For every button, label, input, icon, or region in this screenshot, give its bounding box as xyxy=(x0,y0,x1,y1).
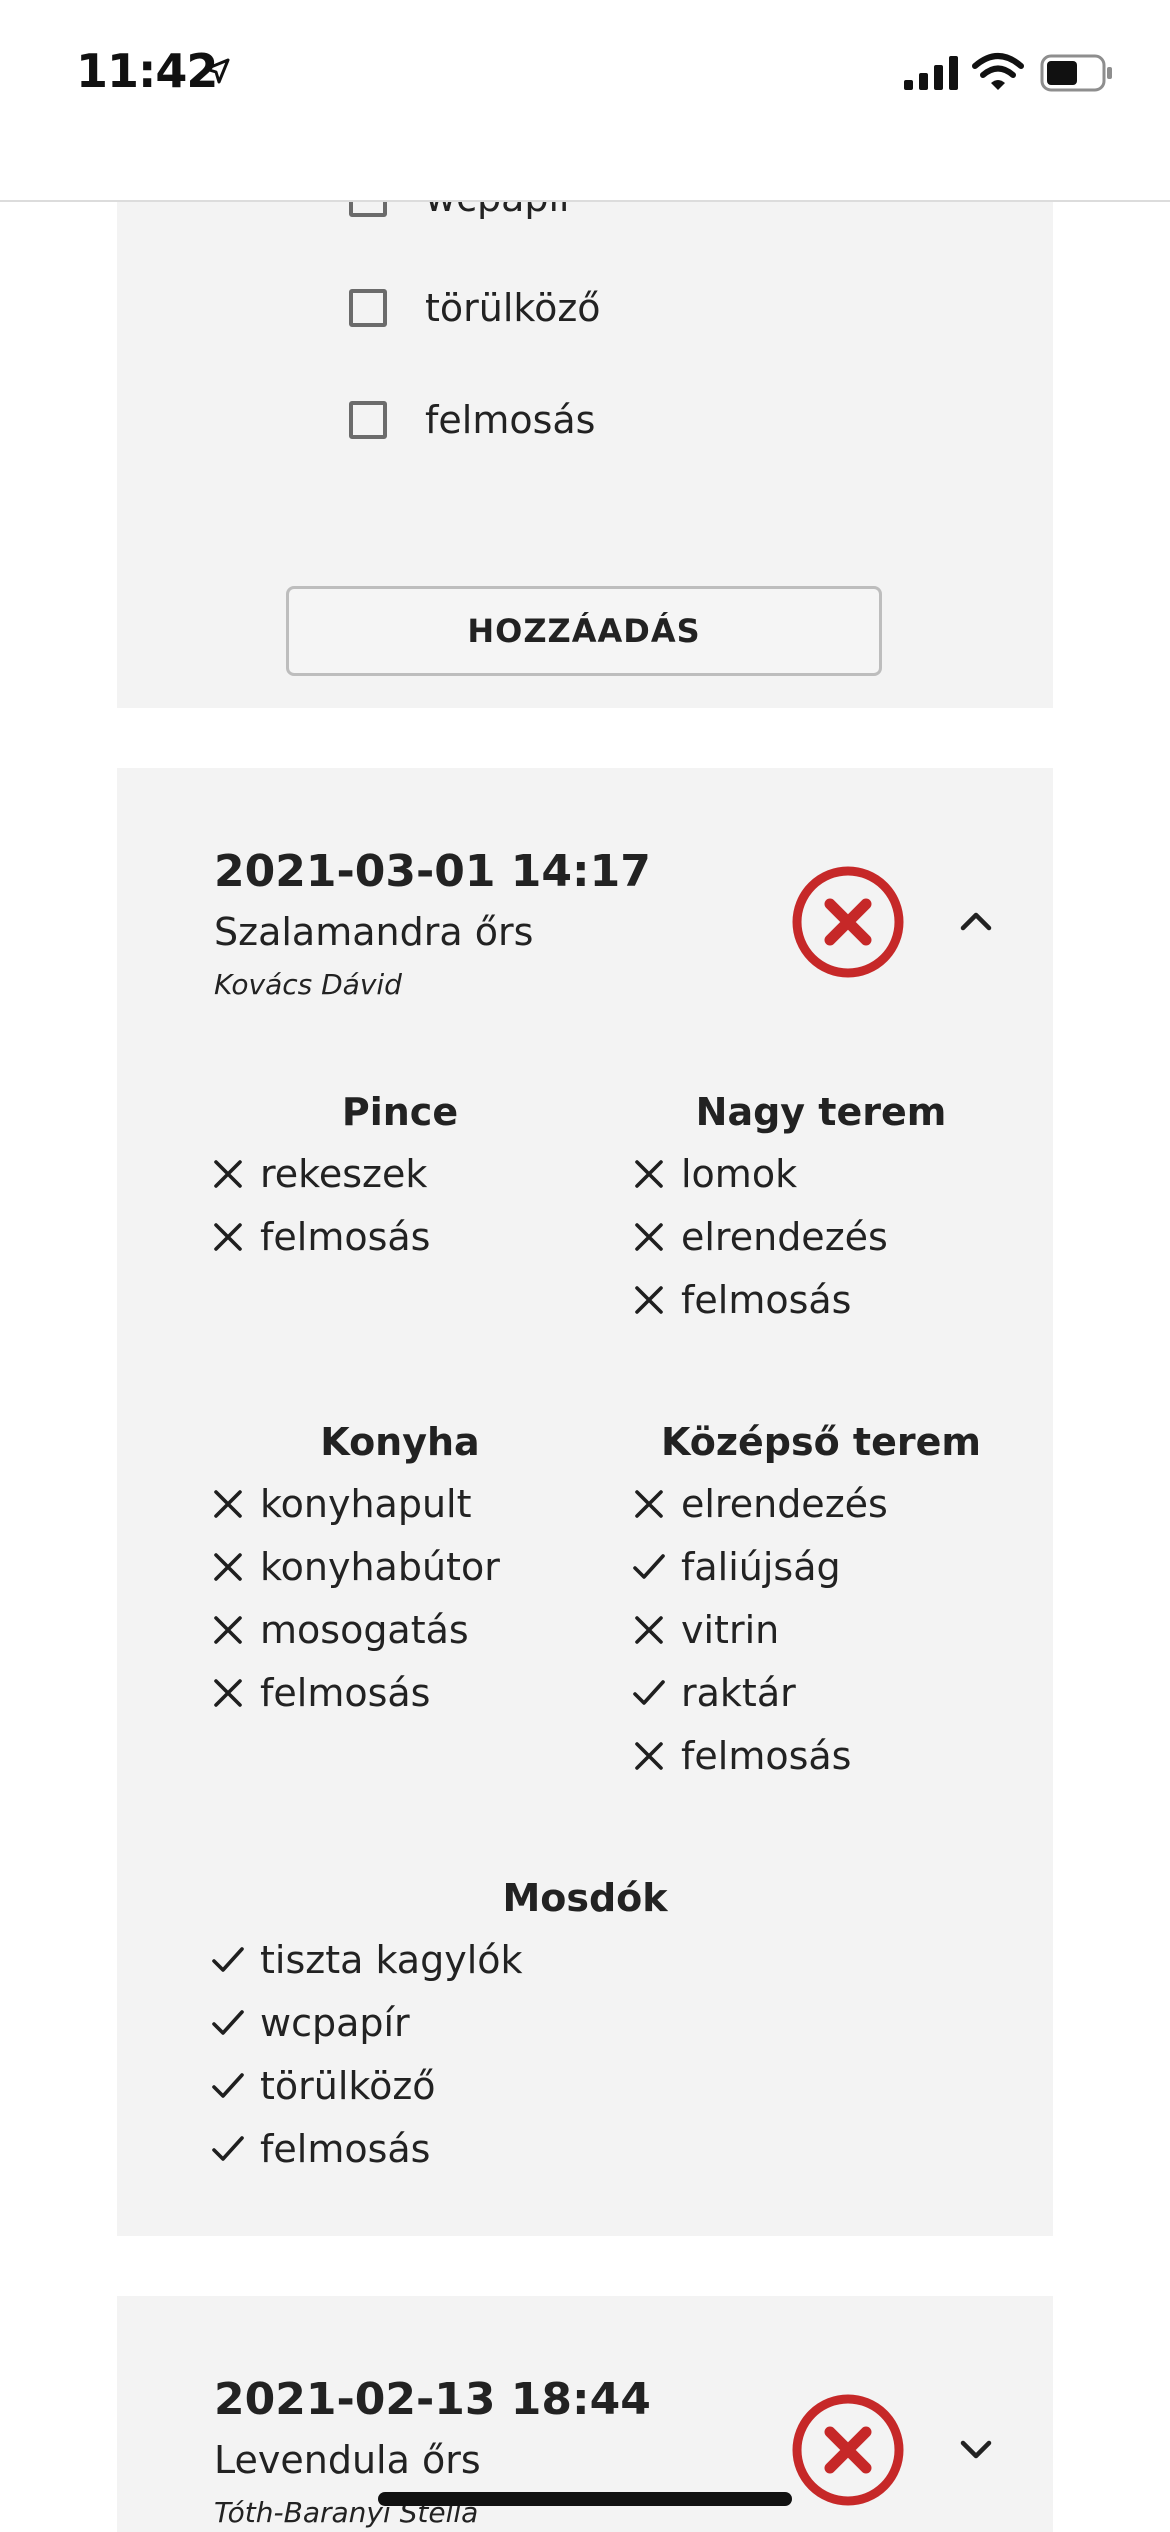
status-time: 11:42 xyxy=(76,44,218,98)
cross-icon xyxy=(214,1222,242,1251)
cross-icon xyxy=(635,1222,663,1251)
app-bar xyxy=(0,150,1170,202)
item-label: mosogatás xyxy=(260,1607,469,1652)
chevron-down-icon[interactable] xyxy=(953,2426,999,2472)
item-label: felmosás xyxy=(260,2126,431,2171)
cross-icon xyxy=(635,1741,663,1770)
check-icon xyxy=(212,1946,244,1972)
item-label: raktár xyxy=(681,1670,796,1715)
checklist-result-item: vitrin xyxy=(631,1598,1011,1661)
item-label: felmosás xyxy=(681,1277,852,1322)
checklist-result-item: lomok xyxy=(631,1142,1011,1205)
location-arrow-icon xyxy=(204,58,230,84)
checklist-result-item: elrendezés xyxy=(631,1205,1011,1268)
checklist-result-item: tiszta kagylók xyxy=(210,1928,960,1991)
cross-icon xyxy=(214,1552,242,1581)
item-label: lomok xyxy=(681,1151,798,1196)
cross-icon xyxy=(635,1489,663,1518)
section-pince: Pince rekeszek felmosás xyxy=(210,1082,590,1268)
item-label: faliújság xyxy=(681,1544,841,1589)
failed-status-icon xyxy=(792,2394,904,2506)
scroll-view[interactable]: wcpapír törülköző felmosás HOZZÁADÁS 202… xyxy=(0,0,1170,2532)
cross-icon xyxy=(214,1159,242,1188)
checklist-result-item: elrendezés xyxy=(631,1472,1011,1535)
entry-card: 2021-03-01 14:17 Szalamandra őrs Kovács … xyxy=(117,768,1053,2236)
checklist-result-item: konyhabútor xyxy=(210,1535,590,1598)
checklist-result-item: raktár xyxy=(631,1661,1011,1724)
section-mosdok: Mosdók tiszta kagylók wcpapír törülköző fel… xyxy=(210,1868,960,2180)
checklist-item[interactable]: törülköző xyxy=(349,278,601,338)
check-icon xyxy=(212,2072,244,2098)
section-title: Konyha xyxy=(320,1420,480,1464)
cross-icon xyxy=(635,1159,663,1188)
checkbox[interactable] xyxy=(349,289,387,327)
checklist-result-item: felmosás xyxy=(631,1268,1011,1331)
checklist-result-item: felmosás xyxy=(210,2117,960,2180)
home-indicator[interactable] xyxy=(378,2492,792,2506)
section-konyha: Konyha konyhapult konyhabútor mosogatás fel… xyxy=(210,1412,590,1724)
checklist-result-item: felmosás xyxy=(210,1661,590,1724)
failed-status-icon xyxy=(792,866,904,978)
item-label: rekeszek xyxy=(260,1151,428,1196)
item-label: felmosás xyxy=(260,1214,431,1259)
cross-icon xyxy=(635,1615,663,1644)
add-button[interactable]: HOZZÁADÁS xyxy=(286,586,882,676)
cross-icon xyxy=(214,1615,242,1644)
section-title: Középső terem xyxy=(661,1420,981,1464)
entry-patrol-name: Levendula őrs xyxy=(214,2438,481,2482)
item-label: felmosás xyxy=(681,1733,852,1778)
section-title: Pince xyxy=(341,1090,459,1134)
checklist-result-item: felmosás xyxy=(631,1724,1011,1787)
check-icon xyxy=(212,2009,244,2035)
battery-icon xyxy=(1040,54,1112,92)
cross-icon xyxy=(214,1489,242,1518)
item-label: felmosás xyxy=(260,1670,431,1715)
item-label: wcpapír xyxy=(260,2000,410,2045)
checklist-result-item: mosogatás xyxy=(210,1598,590,1661)
checkbox[interactable] xyxy=(349,401,387,439)
section-title: Nagy terem xyxy=(695,1090,947,1134)
checklist-result-item: rekeszek xyxy=(210,1142,590,1205)
cross-icon xyxy=(635,1285,663,1314)
checklist-result-item: törülköző xyxy=(210,2054,960,2117)
item-label: elrendezés xyxy=(681,1481,888,1526)
chevron-up-icon[interactable] xyxy=(953,898,999,944)
checklist-result-item: faliújság xyxy=(631,1535,1011,1598)
item-label: törülköző xyxy=(260,2063,436,2108)
wifi-icon xyxy=(972,53,1024,90)
checklist-label: felmosás xyxy=(425,398,596,442)
checklist-label: törülköző xyxy=(425,286,601,330)
checklist-result-item: felmosás xyxy=(210,1205,590,1268)
checklist-result-item: wcpapír xyxy=(210,1991,960,2054)
item-label: konyhapult xyxy=(260,1481,472,1526)
checklist-item[interactable]: felmosás xyxy=(349,390,595,450)
item-label: elrendezés xyxy=(681,1214,888,1259)
entry-user: Kovács Dávid xyxy=(214,968,402,1001)
item-label: tiszta kagylók xyxy=(260,1937,523,1982)
entry-patrol-name: Szalamandra őrs xyxy=(214,910,534,954)
check-icon xyxy=(633,1679,665,1705)
entry-datetime: 2021-02-13 18:44 xyxy=(214,2374,651,2425)
check-icon xyxy=(212,2135,244,2161)
status-bar: 11:42 xyxy=(0,0,1170,150)
cross-icon xyxy=(214,1678,242,1707)
cellular-signal-icon xyxy=(904,56,958,90)
item-label: konyhabútor xyxy=(260,1544,500,1589)
section-nagy-terem: Nagy terem lomok elrendezés felmosás xyxy=(631,1082,1011,1331)
entry-datetime: 2021-03-01 14:17 xyxy=(214,846,651,897)
check-icon xyxy=(633,1553,665,1579)
checklist-result-item: konyhapult xyxy=(210,1472,590,1535)
section-title: Mosdók xyxy=(502,1876,668,1920)
section-kozepso-terem: Középső terem elrendezés faliújság vitrin r… xyxy=(631,1412,1011,1787)
item-label: vitrin xyxy=(681,1607,780,1652)
